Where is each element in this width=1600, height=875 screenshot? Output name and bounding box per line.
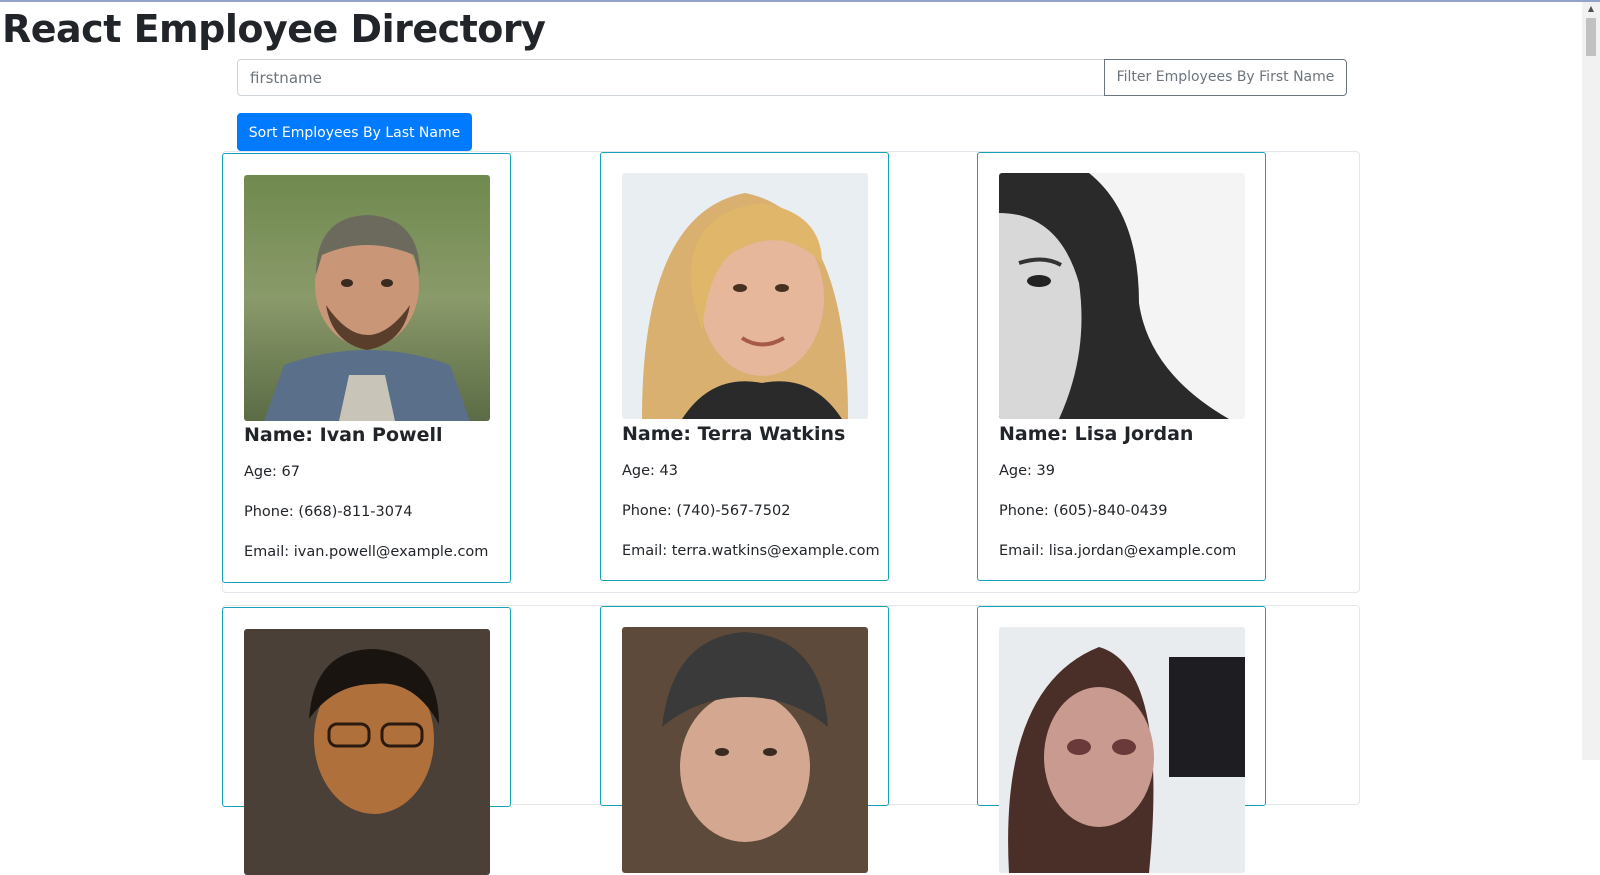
employee-row-2 [222, 605, 1360, 875]
employee-card: Name: Ivan Powell Age: 67 Phone: (668)-8… [222, 153, 511, 583]
employee-name: Name: Ivan Powell [244, 424, 443, 446]
employee-photo-ivan-powell [244, 175, 490, 421]
employee-card [222, 607, 511, 875]
employee-card: Name: Lisa Jordan Age: 39 Phone: (605)-8… [977, 152, 1266, 581]
scroll-up-arrow-icon[interactable]: ▲ [1582, 2, 1600, 16]
employee-email: Email: lisa.jordan@example.com [999, 543, 1237, 559]
firstname-filter-input[interactable] [237, 59, 1105, 96]
sort-employees-button[interactable]: Sort Employees By Last Name [237, 113, 472, 151]
employee-email: Email: terra.watkins@example.com [622, 543, 880, 559]
page-title: React Employee Directory [2, 7, 546, 51]
employee-age: Age: 43 [622, 463, 678, 479]
employee-name: Name: Lisa Jordan [999, 423, 1194, 445]
employee-name: Name: Terra Watkins [622, 423, 846, 445]
window-top-border [0, 0, 1600, 2]
filter-employees-button[interactable]: Filter Employees By First Name [1104, 59, 1347, 96]
employee-age: Age: 39 [999, 463, 1055, 479]
employee-email: Email: ivan.powell@example.com [244, 544, 489, 560]
employee-phone: Phone: (740)-567-7502 [622, 503, 791, 519]
scrollbar-thumb[interactable] [1586, 18, 1596, 56]
employee-phone: Phone: (668)-811-3074 [244, 504, 413, 520]
employee-age: Age: 67 [244, 464, 300, 480]
employee-photo-lisa-jordan [999, 173, 1245, 419]
employee-photo [622, 627, 868, 873]
employee-card: Name: Terra Watkins Age: 43 Phone: (740)… [600, 152, 889, 581]
employee-card [977, 606, 1266, 873]
employee-photo-terra-watkins [622, 173, 868, 419]
employee-photo [999, 627, 1245, 873]
vertical-scrollbar[interactable]: ▲ [1582, 2, 1600, 760]
employee-row-1: Name: Ivan Powell Age: 67 Phone: (668)-8… [222, 151, 1360, 593]
employee-card [600, 606, 889, 873]
employee-phone: Phone: (605)-840-0439 [999, 503, 1168, 519]
employee-photo [244, 629, 490, 875]
filter-group: Filter Employees By First Name [237, 59, 1347, 98]
